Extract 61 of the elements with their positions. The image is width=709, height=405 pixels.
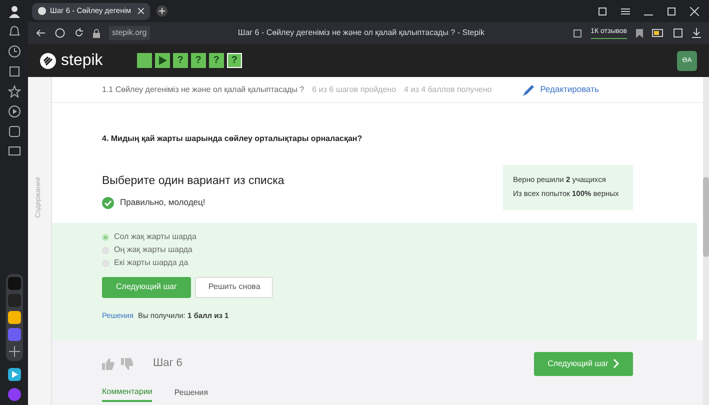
check-icon xyxy=(102,196,114,209)
close-icon[interactable] xyxy=(138,5,144,17)
star-icon[interactable] xyxy=(8,85,20,98)
pencil-icon xyxy=(522,82,536,96)
comments-tab[interactable]: Комментарии xyxy=(102,386,152,402)
add-icon[interactable] xyxy=(8,345,20,358)
play-icon xyxy=(158,56,167,65)
text-step[interactable] xyxy=(136,53,152,68)
clock-icon[interactable] xyxy=(8,45,20,58)
extensions-icon[interactable] xyxy=(673,28,683,38)
next-step-button[interactable]: Следующий шаг xyxy=(534,352,633,376)
quiz-step[interactable]: ? xyxy=(208,53,224,68)
thumbs-down-icon[interactable] xyxy=(121,358,133,370)
radio-button[interactable] xyxy=(102,234,109,240)
steps-progress: 6 из 6 шагов пройдено xyxy=(312,84,396,96)
monitor-icon[interactable] xyxy=(8,145,20,158)
chevron-right-icon xyxy=(613,359,619,368)
play-icon[interactable] xyxy=(8,105,20,118)
square-icon[interactable] xyxy=(8,125,20,138)
step-title: Шаг 6 xyxy=(153,356,182,372)
edit-link[interactable]: Редактировать xyxy=(522,82,599,96)
radio-button[interactable] xyxy=(102,260,109,266)
back-icon[interactable] xyxy=(36,28,46,38)
lock-icon xyxy=(93,28,100,38)
quiz-step[interactable]: ? xyxy=(226,53,242,68)
option-label[interactable]: Екі жарты шарда да xyxy=(114,257,188,269)
bell-icon[interactable] xyxy=(8,25,20,38)
new-tab-icon[interactable] xyxy=(156,5,168,17)
option-label[interactable]: Оң жақ жарты шарда xyxy=(114,244,192,256)
address-field[interactable]: stepik.org xyxy=(109,26,150,40)
retry-button[interactable]: Решить снова xyxy=(195,276,274,298)
stepik-logo[interactable]: stepik xyxy=(40,48,103,72)
scrollbar-thumb[interactable] xyxy=(703,177,709,257)
quiz-title: Выберите один вариант из списка xyxy=(102,174,284,189)
quiz-step[interactable]: ? xyxy=(172,53,188,68)
user-icon[interactable] xyxy=(8,5,20,18)
lesson-title[interactable]: 1.1 Сөйлеу дегеніміз не және ол қалай қалыптасады ? xyxy=(102,84,304,96)
quiz-step[interactable]: ? xyxy=(190,53,206,68)
points-progress: 4 из 4 баллов получено xyxy=(404,84,492,96)
download-icon[interactable] xyxy=(692,28,701,38)
radio-button[interactable] xyxy=(102,246,109,254)
battery-icon[interactable] xyxy=(652,29,664,37)
bookmark-icon[interactable] xyxy=(636,28,643,38)
maximize-icon[interactable] xyxy=(667,6,676,16)
question-text: 4. Мидың қай жарты шарында сөйлеу орталықтары орналасқан? xyxy=(101,133,364,145)
thumbs-up-icon[interactable] xyxy=(102,358,114,370)
menu-icon[interactable] xyxy=(621,6,630,16)
tabs-icon[interactable] xyxy=(598,6,607,16)
share-icon[interactable] xyxy=(572,28,582,38)
video-step[interactable] xyxy=(154,53,170,68)
site-icon xyxy=(38,7,46,15)
close-icon[interactable] xyxy=(690,6,699,16)
app-icon[interactable] xyxy=(8,368,20,381)
logo-icon xyxy=(40,52,56,68)
page-title: Шаг 6 - Сөйлеу дегеніміз не және ол қалай қалыптасады ? - Stepik xyxy=(236,27,486,39)
feedback-text: Правильно, молодец! xyxy=(120,196,206,209)
solutions-tab[interactable]: Решения xyxy=(174,386,208,402)
option-label[interactable]: Сол жақ жарты шарда xyxy=(114,231,196,243)
next-step-button[interactable]: Следующий шаг xyxy=(102,276,191,298)
collections-icon[interactable] xyxy=(8,65,20,78)
reload-icon[interactable] xyxy=(74,28,84,38)
